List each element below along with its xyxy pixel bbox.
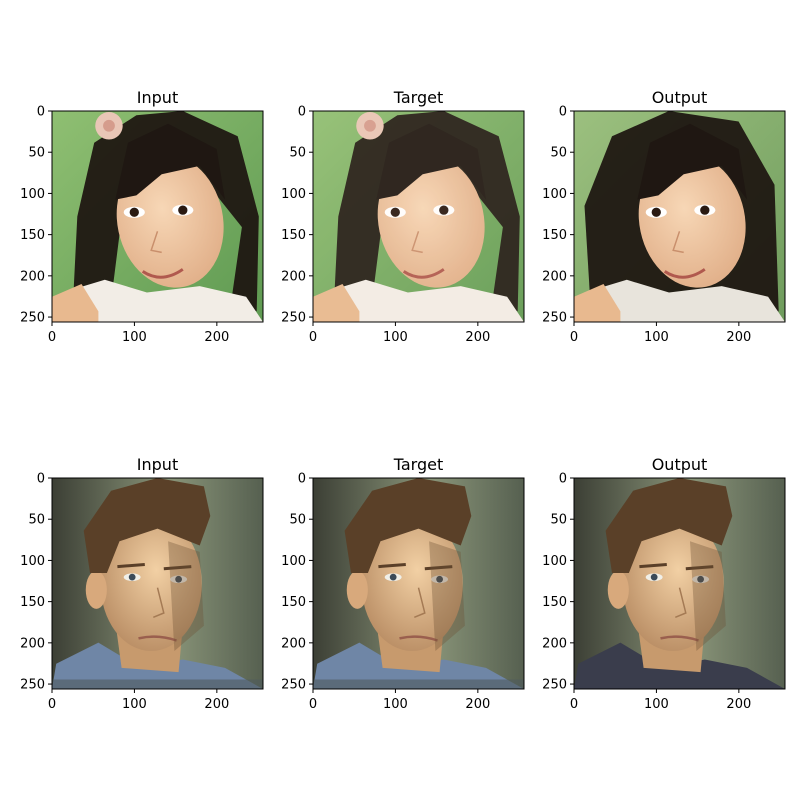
x-tick-label: 100 xyxy=(122,330,147,345)
y-tick-label: 100 xyxy=(20,554,45,569)
y-tick-label: 50 xyxy=(289,513,306,528)
x-tick-label: 0 xyxy=(48,330,56,345)
y-tick-label: 200 xyxy=(542,636,567,651)
panel-title: Target xyxy=(393,455,444,474)
y-tick-label: 50 xyxy=(289,146,306,161)
figure: Input0501001502002500 100 200Target0501001… xyxy=(20,88,786,712)
x-tick-label: 0 xyxy=(570,330,578,345)
y-tick-label: 250 xyxy=(281,311,306,326)
woman-face-image xyxy=(313,111,524,322)
y-tick-label: 50 xyxy=(550,513,567,528)
y-tick-label: 0 xyxy=(559,105,567,120)
x-tick-label: 100 xyxy=(383,697,408,712)
y-tick-label: 50 xyxy=(28,513,45,528)
x-tick-label: 200 xyxy=(204,697,229,712)
panel-top-target: Target0501001502002500 100 200 xyxy=(281,88,525,345)
x-tick-label: 200 xyxy=(465,330,490,345)
y-tick-label: 0 xyxy=(298,105,306,120)
y-tick-label: 200 xyxy=(20,269,45,284)
x-tick-label: 100 xyxy=(644,330,669,345)
panel-bottom-target: Target0501001502002500 100 200 xyxy=(281,455,525,712)
y-tick-label: 0 xyxy=(298,472,306,487)
y-tick-label: 100 xyxy=(20,187,45,202)
x-tick-label: 0 xyxy=(309,697,317,712)
y-tick-label: 250 xyxy=(542,311,567,326)
y-tick-label: 150 xyxy=(20,595,45,610)
y-tick-label: 250 xyxy=(20,311,45,326)
y-tick-label: 100 xyxy=(542,187,567,202)
panel-title: Input xyxy=(137,455,178,474)
y-tick-label: 150 xyxy=(281,228,306,243)
x-tick-label: 100 xyxy=(122,697,147,712)
x-tick-label: 0 xyxy=(570,697,578,712)
x-tick-label: 0 xyxy=(48,697,56,712)
y-tick-label: 200 xyxy=(281,636,306,651)
man-face-image xyxy=(313,478,524,689)
y-tick-label: 100 xyxy=(542,554,567,569)
y-tick-label: 0 xyxy=(37,472,45,487)
x-tick-label: 200 xyxy=(465,697,490,712)
man-face-image xyxy=(574,478,785,689)
y-tick-label: 0 xyxy=(37,105,45,120)
y-tick-label: 150 xyxy=(20,228,45,243)
panel-top-input: Input0501001502002500 100 200 xyxy=(20,88,264,345)
panel-bottom-input: Input0501001502002500 100 200 xyxy=(20,455,264,712)
y-tick-label: 150 xyxy=(281,595,306,610)
x-tick-label: 200 xyxy=(726,330,751,345)
panel-top-output: Output0501001502002500 100 200 xyxy=(542,88,786,345)
panel-title: Output xyxy=(652,88,708,107)
panel-title: Target xyxy=(393,88,444,107)
y-tick-label: 100 xyxy=(281,187,306,202)
y-tick-label: 250 xyxy=(281,678,306,693)
y-tick-label: 50 xyxy=(28,146,45,161)
man-face-image xyxy=(52,478,263,689)
woman-face-image xyxy=(574,111,785,322)
panel-title: Input xyxy=(137,88,178,107)
x-tick-label: 100 xyxy=(644,697,669,712)
panel-title: Output xyxy=(652,455,708,474)
y-tick-label: 250 xyxy=(542,678,567,693)
y-tick-label: 0 xyxy=(559,472,567,487)
y-tick-label: 150 xyxy=(542,595,567,610)
x-tick-label: 200 xyxy=(204,330,229,345)
x-tick-label: 100 xyxy=(383,330,408,345)
x-tick-label: 200 xyxy=(726,697,751,712)
y-tick-label: 50 xyxy=(550,146,567,161)
y-tick-label: 200 xyxy=(542,269,567,284)
y-tick-label: 200 xyxy=(20,636,45,651)
y-tick-label: 250 xyxy=(20,678,45,693)
y-tick-label: 100 xyxy=(281,554,306,569)
woman-face-image xyxy=(52,111,263,322)
y-tick-label: 200 xyxy=(281,269,306,284)
y-tick-label: 150 xyxy=(542,228,567,243)
x-tick-label: 0 xyxy=(309,330,317,345)
panel-bottom-output: Output0501001502002500 100 200 xyxy=(542,455,786,712)
